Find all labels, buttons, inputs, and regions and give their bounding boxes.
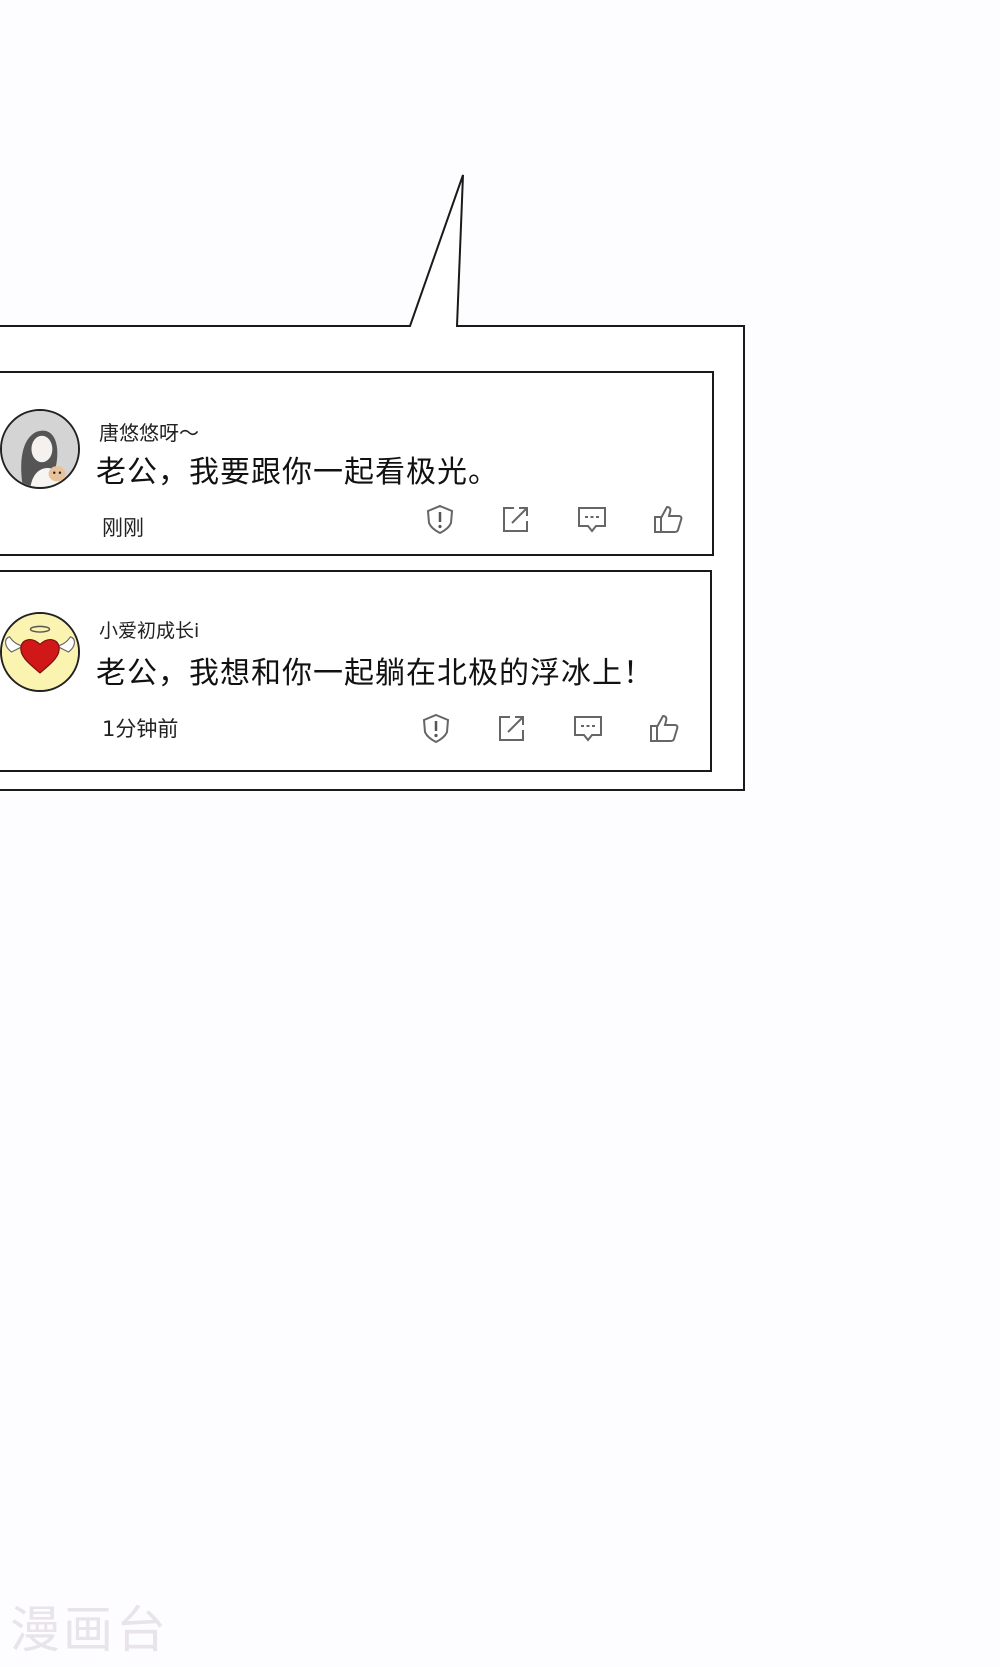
- report-icon[interactable]: [420, 712, 452, 744]
- action-bar: [420, 712, 680, 744]
- comment-card: 小爱初成长i 老公，我想和你一起躺在北极的浮冰上！ 1分钟前: [0, 570, 712, 772]
- like-icon[interactable]: [652, 503, 684, 535]
- timestamp: 刚刚: [102, 516, 144, 540]
- comment-text: 老公，我想和你一起躺在北极的浮冰上！: [96, 656, 654, 691]
- speech-bubble: [0, 174, 745, 791]
- username[interactable]: 唐悠悠呀～: [99, 417, 199, 446]
- avatar[interactable]: [0, 409, 80, 489]
- avatar[interactable]: [0, 612, 80, 692]
- comment-text: 老公，我要跟你一起看极光。: [96, 455, 499, 490]
- timestamp: 1分钟前: [102, 717, 179, 741]
- report-icon[interactable]: [424, 503, 456, 535]
- reply-icon[interactable]: [576, 503, 608, 535]
- like-icon[interactable]: [648, 712, 680, 744]
- action-bar: [424, 503, 684, 535]
- username[interactable]: 小爱初成长i: [99, 616, 199, 643]
- watermark: 漫画台: [10, 1601, 169, 1659]
- share-icon[interactable]: [500, 503, 532, 535]
- share-icon[interactable]: [496, 712, 528, 744]
- reply-icon[interactable]: [572, 712, 604, 744]
- comment-card: 唐悠悠呀～ 老公，我要跟你一起看极光。 刚刚: [0, 371, 714, 556]
- woman-with-cat-avatar-icon: [2, 411, 78, 487]
- winged-heart-avatar-icon: [2, 614, 78, 690]
